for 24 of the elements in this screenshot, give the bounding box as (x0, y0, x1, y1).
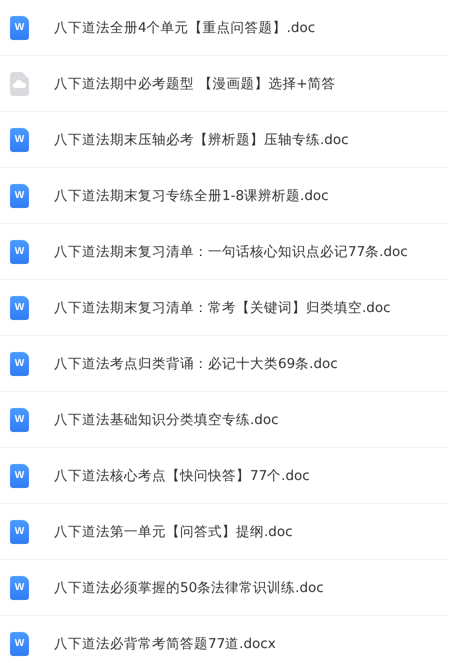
word-document-icon: W (10, 520, 29, 544)
file-name[interactable]: 八下道法期末复习专练全册1-8课辨析题.doc (54, 186, 329, 204)
file-name[interactable]: 八下道法必背常考简答题77道.docx (54, 634, 276, 652)
cloud-file-icon (10, 72, 29, 96)
word-document-icon: W (10, 128, 29, 152)
word-document-icon: W (10, 352, 29, 376)
word-document-icon: W (10, 408, 29, 432)
file-name[interactable]: 八下道法全册4个单元【重点问答题】.doc (54, 18, 316, 36)
file-name[interactable]: 八下道法期末复习清单：一句话核心知识点必记77条.doc (54, 242, 408, 260)
file-name[interactable]: 八下道法期中必考题型 【漫画题】选择+简答 (54, 74, 336, 92)
word-document-icon: W (10, 240, 29, 264)
word-document-icon: W (10, 296, 29, 320)
word-document-icon: W (10, 184, 29, 208)
word-document-icon: W (10, 16, 29, 40)
file-name[interactable]: 八下道法基础知识分类填空专练.doc (54, 410, 279, 428)
file-name[interactable]: 八下道法期末复习清单：常考【关键词】归类填空.doc (54, 298, 391, 316)
word-document-icon: W (10, 632, 29, 656)
file-name[interactable]: 八下道法核心考点【快问快答】77个.doc (54, 466, 310, 484)
file-name[interactable]: 八下道法必须掌握的50条法律常识训练.doc (54, 578, 324, 596)
file-name[interactable]: 八下道法期末压轴必考【辨析题】压轴专练.doc (54, 130, 349, 148)
file-name[interactable]: 八下道法考点归类背诵：必记十大类69条.doc (54, 354, 338, 372)
word-document-icon: W (10, 576, 29, 600)
word-document-icon: W (10, 464, 29, 488)
file-name[interactable]: 八下道法第一单元【问答式】提纲.doc (54, 522, 293, 540)
